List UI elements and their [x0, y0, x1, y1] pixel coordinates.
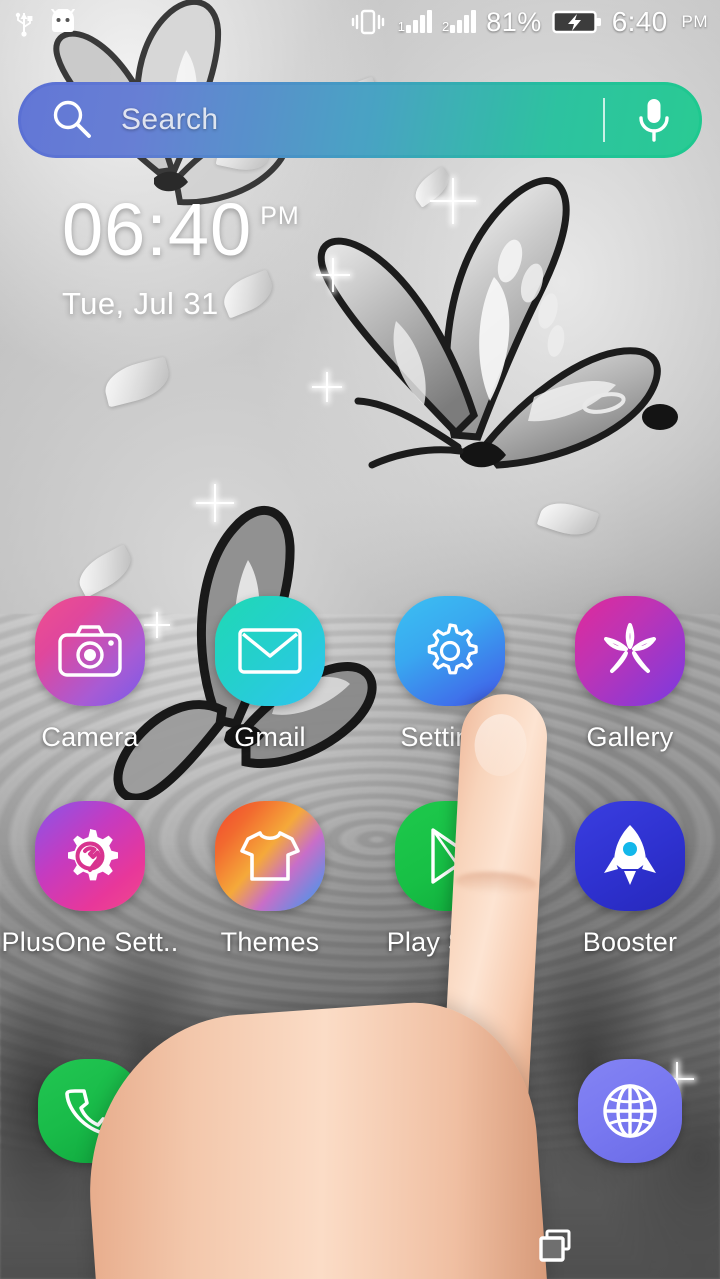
sim2-label: 2 [442, 19, 450, 34]
phone-app-icon[interactable] [38, 1059, 142, 1163]
clock-time: 06:40 [62, 188, 253, 271]
tshirt-icon [240, 831, 300, 881]
gear-wrench-icon [68, 829, 118, 881]
vibrate-icon [351, 9, 384, 35]
messages-app-icon[interactable] [218, 1059, 322, 1163]
camera-app-icon[interactable] [35, 596, 145, 706]
recents-icon[interactable] [536, 1225, 576, 1265]
sim1-signal-icon: 1 [397, 10, 433, 34]
status-time: 6:40 [611, 6, 668, 37]
app-label: Settings [400, 722, 500, 752]
dock [0, 1051, 720, 1171]
settings-app-icon[interactable] [395, 596, 505, 706]
browser-app-icon[interactable] [578, 1059, 682, 1163]
phone-icon [65, 1089, 116, 1136]
app-label: Play Store [386, 927, 514, 957]
clock-date: Tue, Jul 31 [62, 286, 219, 322]
wallpaper-butterfly-large [317, 177, 678, 469]
camera-icon [58, 625, 122, 677]
app-label: PlusOne Sett.. [1, 927, 179, 957]
app-plusone-settings[interactable]: PlusOne Sett.. [0, 801, 180, 1006]
app-settings[interactable]: Settings [360, 596, 540, 801]
app-label: Gallery [586, 722, 674, 752]
sim2-signal-icon: 2 [442, 10, 477, 34]
app-grid: Camera Gmail Settings Gallery PlusOne Se… [0, 596, 720, 1006]
status-bar: 1 2 81% 6:40 PM [0, 0, 720, 44]
play-store-app-icon[interactable] [395, 801, 505, 911]
themes-app-icon[interactable] [215, 801, 325, 911]
play-triangle-icon [431, 828, 473, 884]
microphone-icon[interactable] [633, 94, 675, 146]
app-play-store[interactable]: Play Store [360, 801, 540, 1006]
gear-icon [427, 623, 478, 675]
search-divider [603, 98, 605, 142]
sim1-label: 1 [397, 19, 406, 34]
navigation-bar [0, 1209, 720, 1279]
app-label: Themes [220, 927, 320, 957]
app-label: Camera [41, 722, 139, 752]
gallery-app-icon[interactable] [575, 596, 685, 706]
android-robot-icon [51, 9, 75, 32]
usb-icon [15, 12, 33, 37]
flower-icon [604, 623, 656, 673]
dock-item-browser[interactable] [540, 1051, 720, 1171]
contacts-app-icon[interactable] [398, 1059, 502, 1163]
app-label: Booster [582, 927, 678, 957]
dock-item-contacts[interactable] [360, 1051, 540, 1171]
app-label: Gmail [234, 722, 306, 752]
globe-icon [603, 1084, 657, 1138]
dock-item-phone[interactable] [0, 1051, 180, 1171]
app-grid-row: Camera Gmail Settings Gallery [0, 596, 720, 801]
clock-widget[interactable]: 06:40 PM Tue, Jul 31 [62, 188, 300, 322]
envelope-icon [238, 628, 302, 674]
app-booster[interactable]: Booster [540, 801, 720, 1006]
app-gmail[interactable]: Gmail [180, 596, 360, 801]
messages-icon [246, 1091, 294, 1133]
dock-item-messages[interactable] [180, 1051, 360, 1171]
clock-ampm: PM [260, 202, 300, 230]
gmail-app-icon[interactable] [215, 596, 325, 706]
search-input[interactable]: Search [121, 103, 218, 137]
app-camera[interactable]: Camera [0, 596, 180, 801]
status-ampm: PM [681, 12, 708, 31]
app-grid-row: PlusOne Sett.. Themes Play Store Booster [0, 801, 720, 1006]
battery-charging-icon [552, 10, 601, 34]
home-screen: 1 2 81% 6:40 PM Search 06:40 PM Tue, Jul… [0, 0, 720, 1279]
search-icon[interactable] [49, 97, 95, 143]
app-themes[interactable]: Themes [180, 801, 360, 1006]
booster-app-icon[interactable] [575, 801, 685, 911]
battery-percent-label: 81% [486, 6, 542, 37]
rocket-icon [604, 825, 656, 885]
contacts-icon [421, 1090, 479, 1132]
app-gallery[interactable]: Gallery [540, 596, 720, 801]
search-bar[interactable]: Search [18, 82, 702, 158]
plusone-settings-app-icon[interactable] [35, 801, 145, 911]
